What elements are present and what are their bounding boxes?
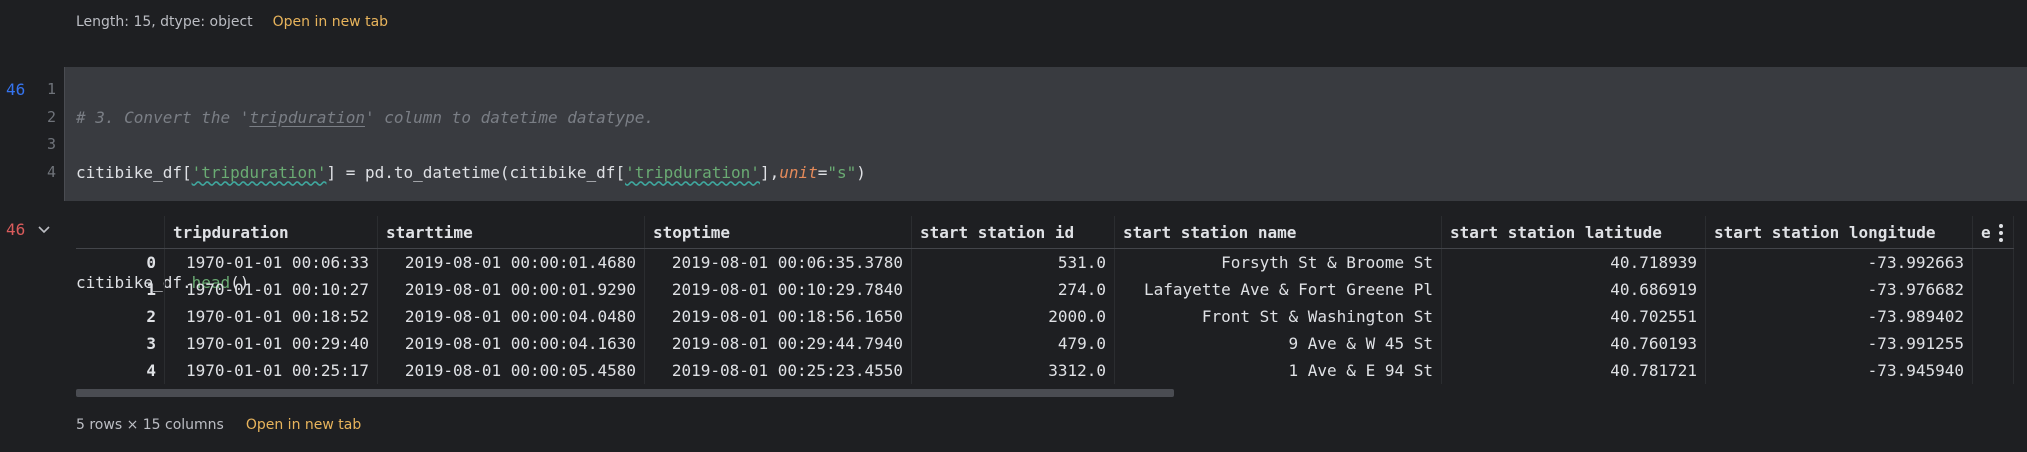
- table-cell: [1972, 357, 2014, 384]
- table-cell: -73.991255: [1705, 330, 1973, 357]
- column-header[interactable]: start station latitude: [1441, 216, 1706, 249]
- table-row: 0 1970-01-01 00:06:33 2019-08-01 00:00:01.…: [76, 248, 2014, 276]
- table-cell: 3312.0: [911, 357, 1115, 384]
- table-cell: 40.686919: [1441, 276, 1706, 303]
- open-in-new-tab-link[interactable]: Open in new tab: [246, 417, 361, 433]
- table-cell: 40.760193: [1441, 330, 1706, 357]
- cell-execution-count: 46: [6, 80, 26, 99]
- code-line-1: # 3. Convert the 'tripduration' column t…: [76, 107, 654, 127]
- row-index: 3: [76, 330, 165, 357]
- table-cell: 40.718939: [1441, 248, 1706, 276]
- table-cell: 1970-01-01 00:06:33: [164, 248, 378, 276]
- previous-output-footer: Length: 15, dtype: object Open in new ta…: [76, 10, 388, 34]
- column-header[interactable]: start station id: [911, 216, 1115, 249]
- line-numbers: 1 2 3 4: [36, 76, 56, 186]
- column-header[interactable]: e: [1972, 216, 2014, 249]
- table-cell: -73.992663: [1705, 248, 1973, 276]
- table-cell: -73.945940: [1705, 357, 1973, 384]
- open-in-new-tab-link[interactable]: Open in new tab: [273, 14, 388, 30]
- line-number: 3: [46, 135, 56, 153]
- table-cell: 2019-08-01 00:10:29.7840: [644, 276, 912, 303]
- horizontal-scrollbar[interactable]: [76, 389, 1174, 397]
- table-row: 3 1970-01-01 00:29:40 2019-08-01 00:00:04.…: [76, 330, 2014, 357]
- table-cell: 1 Ave & E 94 St: [1114, 357, 1442, 384]
- chevron-down-icon[interactable]: [36, 222, 52, 238]
- column-header[interactable]: starttime: [377, 216, 645, 249]
- table-cell: 2019-08-01 00:00:04.0480: [377, 303, 645, 330]
- table-cell: Forsyth St & Broome St: [1114, 248, 1442, 276]
- table-cell: 2019-08-01 00:00:04.1630: [377, 330, 645, 357]
- table-row: 1 1970-01-01 00:10:27 2019-08-01 00:00:01.…: [76, 276, 2014, 303]
- table-cell: 1970-01-01 00:10:27: [164, 276, 378, 303]
- table-cell: 274.0: [911, 276, 1115, 303]
- line-number: 1: [46, 80, 56, 98]
- table-cell: 40.702551: [1441, 303, 1706, 330]
- dataframe-output: tripduration starttime stoptime start st…: [76, 216, 2016, 384]
- output-execution-count: 46: [6, 220, 26, 239]
- table-cell: 531.0: [911, 248, 1115, 276]
- row-index: 1: [76, 276, 165, 303]
- table-cell: 2019-08-01 00:25:23.4550: [644, 357, 912, 384]
- table-cell: 2000.0: [911, 303, 1115, 330]
- column-header[interactable]: tripduration: [164, 216, 378, 249]
- table-row: 4 1970-01-01 00:25:17 2019-08-01 00:00:05.…: [76, 357, 2014, 384]
- column-header-index[interactable]: [76, 216, 165, 249]
- code-line-2: citibike_df['tripduration'] = pd.to_date…: [76, 162, 866, 182]
- table-row: 2 1970-01-01 00:18:52 2019-08-01 00:00:04.…: [76, 303, 2014, 330]
- column-header[interactable]: stoptime: [644, 216, 912, 249]
- table-cell: -73.989402: [1705, 303, 1973, 330]
- output-footer: 5 rows × 15 columns Open in new tab: [76, 413, 361, 437]
- table-header-row: tripduration starttime stoptime start st…: [76, 216, 2014, 249]
- line-number: 2: [46, 107, 56, 126]
- more-options-icon[interactable]: [1998, 224, 2004, 242]
- table-cell: 1970-01-01 00:25:17: [164, 357, 378, 384]
- table-cell: [1972, 248, 2014, 276]
- table-cell: 2019-08-01 00:00:01.9290: [377, 276, 645, 303]
- table-cell: Front St & Washington St: [1114, 303, 1442, 330]
- series-info: Length: 15, dtype: object: [76, 14, 253, 30]
- table-cell: 9 Ave & W 45 St: [1114, 330, 1442, 357]
- dataframe-table: tripduration starttime stoptime start st…: [76, 216, 2014, 384]
- table-cell: [1972, 330, 2014, 357]
- table-cell: 479.0: [911, 330, 1115, 357]
- column-header[interactable]: start station name: [1114, 216, 1442, 249]
- table-cell: 2019-08-01 00:18:56.1650: [644, 303, 912, 330]
- table-cell: 40.781721: [1441, 357, 1706, 384]
- row-index: 4: [76, 357, 165, 384]
- table-cell: [1972, 276, 2014, 303]
- row-index: 2: [76, 303, 165, 330]
- table-cell: -73.976682: [1705, 276, 1973, 303]
- table-cell: Lafayette Ave & Fort Greene Pl: [1114, 276, 1442, 303]
- column-header[interactable]: start station longitude: [1705, 216, 1973, 249]
- table-cell: 1970-01-01 00:18:52: [164, 303, 378, 330]
- table-cell: [1972, 303, 2014, 330]
- table-cell: 2019-08-01 00:00:01.4680: [377, 248, 645, 276]
- table-cell: 2019-08-01 00:00:05.4580: [377, 357, 645, 384]
- line-number: 4: [46, 162, 56, 181]
- table-shape-info: 5 rows × 15 columns: [76, 417, 224, 433]
- row-index: 0: [76, 248, 165, 276]
- table-cell: 2019-08-01 00:29:44.7940: [644, 330, 912, 357]
- table-cell: 1970-01-01 00:29:40: [164, 330, 378, 357]
- table-cell: 2019-08-01 00:06:35.3780: [644, 248, 912, 276]
